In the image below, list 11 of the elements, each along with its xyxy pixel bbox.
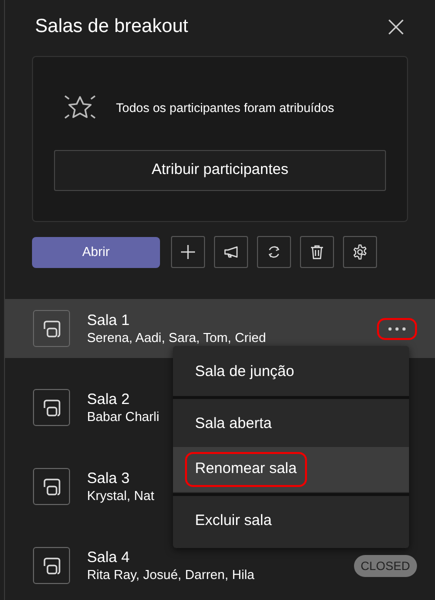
participant-list: Serena, Aadi, Sara, Tom, Cried — [87, 330, 266, 346]
room-name: Sala 1 — [87, 312, 131, 330]
participant-list: Krystal, Nat — [87, 488, 154, 504]
room-name: Sala 2 — [87, 390, 131, 408]
room-name: Sala 4 — [87, 548, 131, 566]
room-name: Sala 3 — [87, 470, 131, 488]
status-badge: CLOSED — [354, 554, 417, 576]
status-message: Todos os participantes foram atribuídos — [116, 100, 334, 117]
participant-list: Babar Charli — [87, 408, 160, 424]
participant-list: Rita Ray, Josué, Darren, Hila — [87, 566, 254, 582]
panel-title: Salas de breakout — [35, 16, 188, 38]
